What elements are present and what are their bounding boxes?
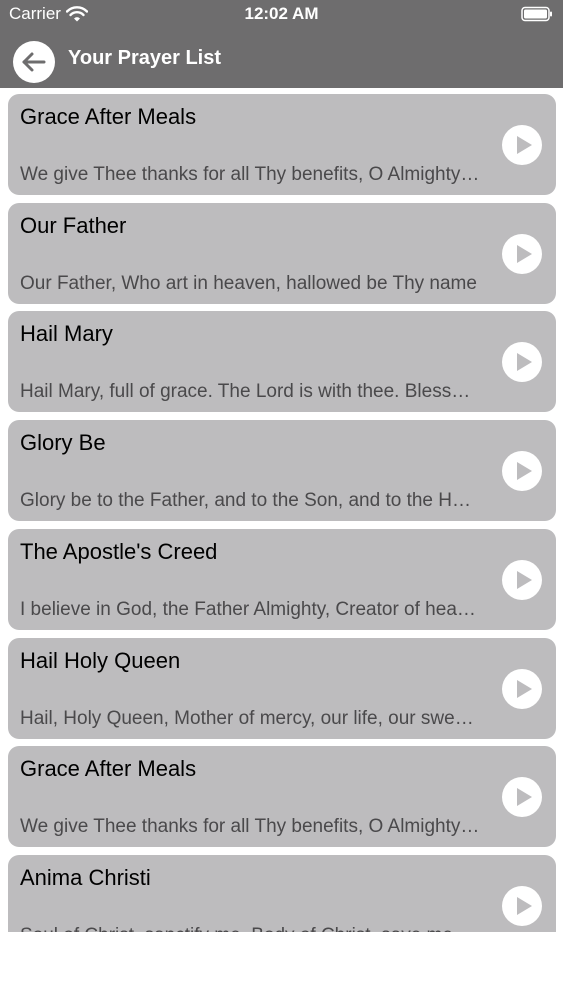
prayer-card[interactable]: Our Father Our Father, Who art in heaven,…: [8, 202, 556, 304]
play-button[interactable]: [501, 885, 543, 927]
prayer-title: Grace After Meals: [20, 756, 197, 782]
prayer-preview: We give Thee thanks for all Thy benefits…: [20, 164, 480, 185]
arrow-left-icon: [22, 52, 46, 72]
prayer-preview: Hail Mary, full of grace. The Lord is wi…: [20, 381, 480, 403]
prayer-card[interactable]: The Apostle's Creed I believe in God, the…: [8, 528, 556, 630]
play-icon: [502, 233, 542, 274]
prayer-preview: Soul of Christ, sanctify me. Body of Chr…: [20, 925, 480, 932]
play-icon: [502, 885, 542, 926]
prayer-card[interactable]: Anima Christi Soul of Christ, sanctify me…: [8, 854, 556, 932]
navigation-bar: Your Prayer List: [0, 36, 563, 86]
prayer-card[interactable]: Hail Holy Queen Hail, Holy Queen, Mother …: [8, 637, 556, 739]
prayer-preview: We give Thee thanks for all Thy benefits…: [20, 816, 480, 838]
play-icon: [502, 125, 542, 165]
status-time: 12:02 AM: [244, 4, 319, 23]
prayer-title: Our Father: [20, 212, 127, 238]
app-header: Carrier 12:02 AM Your Prayer List: [0, 0, 563, 88]
prayer-card[interactable]: Grace After Meals We give Thee thanks for…: [8, 746, 556, 848]
prayer-title: Glory Be: [20, 430, 106, 456]
battery-icon: [521, 6, 553, 22]
prayer-card[interactable]: Grace After Meals We give Thee thanks for…: [8, 94, 556, 195]
prayer-preview: Hail, Holy Queen, Mother of mercy, our l…: [20, 707, 480, 729]
prayer-card[interactable]: Glory Be Glory be to the Father, and to t…: [8, 420, 556, 522]
prayer-list: Grace After Meals We give Thee thanks for…: [0, 88, 563, 932]
prayer-title: Hail Holy Queen: [20, 647, 181, 673]
play-icon: [502, 559, 542, 600]
prayer-card[interactable]: Hail Mary Hail Mary, full of grace. The L…: [8, 311, 556, 413]
prayer-preview: Glory be to the Father, and to the Son, …: [20, 490, 480, 512]
page-title: Your Prayer List: [68, 47, 222, 69]
prayer-title: Anima Christi: [20, 864, 151, 890]
prayer-title: The Apostle's Creed: [20, 538, 218, 564]
play-icon: [502, 342, 542, 383]
play-button[interactable]: [501, 559, 543, 601]
status-bar: Carrier 12:02 AM: [0, 0, 563, 30]
back-button[interactable]: [13, 41, 55, 83]
play-button[interactable]: [501, 450, 543, 492]
play-button[interactable]: [501, 124, 543, 166]
prayer-preview: Our Father, Who art in heaven, hallowed …: [20, 272, 477, 294]
play-button[interactable]: [501, 776, 543, 818]
prayer-preview: I believe in God, the Father Almighty, C…: [20, 598, 480, 620]
play-button[interactable]: [501, 233, 543, 275]
play-icon: [502, 451, 542, 492]
play-button[interactable]: [501, 668, 543, 710]
play-icon: [502, 668, 542, 709]
play-button[interactable]: [501, 341, 543, 383]
prayer-title: Hail Mary: [20, 321, 113, 347]
prayer-title: Grace After Meals: [20, 104, 197, 129]
play-icon: [502, 777, 542, 818]
